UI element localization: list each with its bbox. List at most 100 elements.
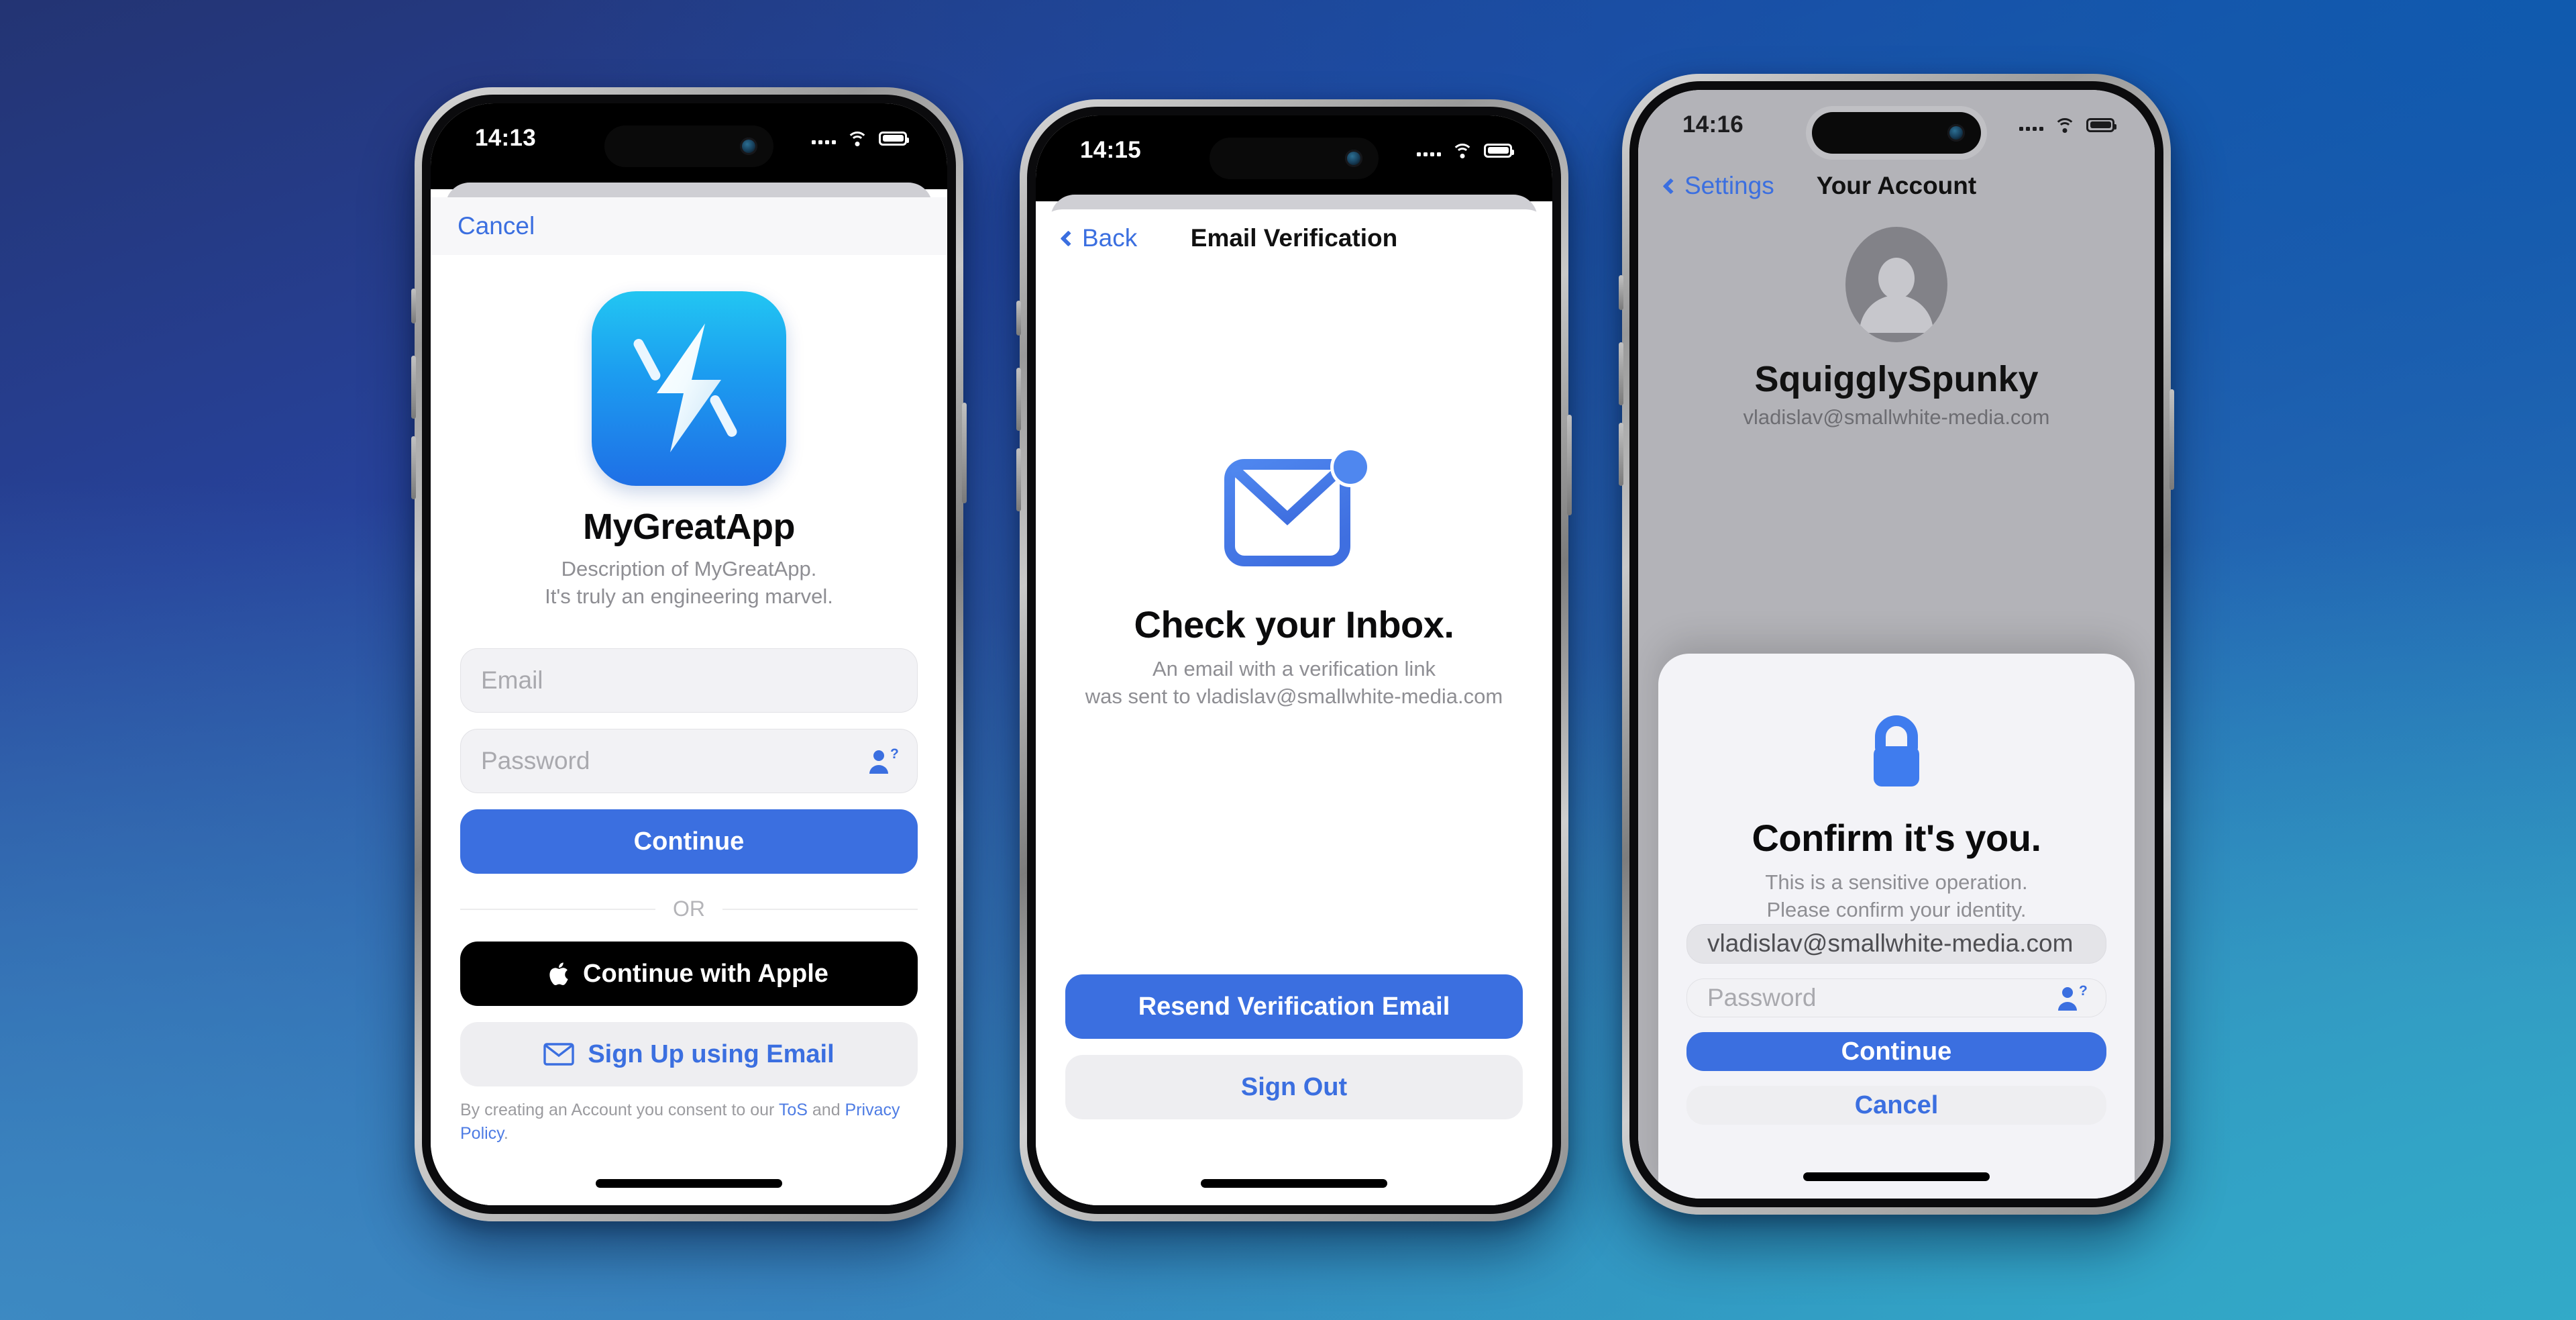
sheet-navbar: Back Email Verification	[1036, 209, 1552, 267]
account-page: Settings Your Account SquigglySpunky vla…	[1638, 160, 2155, 429]
sign-up-email-label: Sign Up using Email	[588, 1039, 835, 1068]
dynamic-island	[604, 125, 773, 167]
legal-middle: and	[807, 1101, 845, 1119]
divider-line-left	[460, 908, 655, 910]
avatar-shoulders	[1860, 295, 1933, 333]
verify-sheet: Back Email Verification Check your Inbox…	[1036, 209, 1552, 1205]
modal-cancel-label: Cancel	[1854, 1090, 1939, 1119]
username: SquigglySpunky	[1754, 359, 2039, 399]
dynamic-island	[1210, 138, 1379, 179]
settings-back-button[interactable]: Settings	[1662, 172, 1774, 200]
resend-label: Resend Verification Email	[1138, 992, 1450, 1021]
phone-bezel: 14:13 Cancel MyGreatApp Description of M…	[422, 95, 956, 1214]
back-label: Back	[1082, 224, 1138, 252]
settings-label: Settings	[1684, 172, 1774, 199]
app-icon	[592, 291, 786, 486]
modal-continue-button[interactable]: Continue	[1686, 1032, 2106, 1072]
app-name: MyGreatApp	[582, 507, 796, 547]
mute-switch[interactable]	[1619, 275, 1623, 310]
power-button[interactable]	[2169, 389, 2174, 490]
phone-verify: 14:15 Back Email Verification Check your…	[1016, 99, 1572, 1221]
power-button[interactable]	[962, 403, 967, 503]
modal-sub-line2: Please confirm your identity.	[1766, 897, 2027, 921]
home-indicator[interactable]	[1803, 1172, 1990, 1181]
front-camera-icon	[1947, 124, 1965, 142]
sign-out-button[interactable]: Sign Out	[1065, 1055, 1523, 1119]
account-navbar: Settings Your Account	[1638, 160, 2155, 212]
phone-bezel: 14:15 Back Email Verification Check your…	[1027, 107, 1561, 1214]
password-autofill-icon[interactable]: ?	[867, 746, 899, 775]
envelope-icon	[543, 1043, 575, 1066]
svg-text:?: ?	[2079, 984, 2087, 999]
cancel-label: Cancel	[458, 212, 535, 240]
resend-verification-email-button[interactable]: Resend Verification Email	[1065, 974, 1523, 1039]
volume-down-button[interactable]	[1016, 448, 1021, 511]
verify-sub-line1: An email with a verification link	[1152, 657, 1436, 681]
avatar-head	[1878, 258, 1915, 299]
home-indicator[interactable]	[1201, 1179, 1387, 1188]
dynamic-island	[1812, 112, 1981, 154]
apple-button-label: Continue with Apple	[583, 959, 828, 988]
email-placeholder: Email	[481, 666, 543, 694]
volume-up-button[interactable]	[1016, 368, 1021, 431]
modal-continue-label: Continue	[1841, 1037, 1952, 1066]
password-autofill-icon[interactable]: ?	[2056, 983, 2088, 1012]
continue-label: Continue	[633, 827, 745, 856]
volume-down-button[interactable]	[411, 436, 416, 499]
modal-password-field[interactable]: Password ?	[1686, 978, 2106, 1018]
screen-signin: 14:13 Cancel MyGreatApp Description of M…	[431, 103, 947, 1205]
app-description-line1: Description of MyGreatApp.	[561, 557, 817, 580]
mute-switch[interactable]	[1016, 301, 1021, 336]
front-camera-icon	[740, 138, 757, 155]
modal-password-placeholder: Password	[1707, 983, 1817, 1011]
or-divider: OR	[460, 897, 918, 921]
mute-switch[interactable]	[411, 289, 416, 323]
password-field[interactable]: Password ?	[460, 729, 918, 793]
divider-line-right	[722, 908, 918, 910]
cancel-button[interactable]: Cancel	[458, 212, 535, 240]
legal-suffix: .	[503, 1123, 508, 1143]
app-description-line2: It's truly an engineering marvel.	[545, 584, 833, 608]
continue-with-apple-button[interactable]: Continue with Apple	[460, 942, 918, 1006]
verify-title: Check your Inbox.	[1134, 603, 1454, 646]
divider-label: OR	[673, 897, 705, 921]
verify-sub-line2: was sent to vladislav@smallwhite-media.c…	[1085, 684, 1503, 709]
screen-account: 14:16 Settings Your Account SquigglySpun…	[1638, 90, 2155, 1199]
power-button[interactable]	[1567, 415, 1572, 515]
volume-up-button[interactable]	[411, 356, 416, 419]
signin-sheet: Cancel MyGreatApp Description of MyGreat…	[431, 197, 947, 1205]
sign-up-using-email-button[interactable]: Sign Up using Email	[460, 1022, 918, 1086]
svg-text:?: ?	[890, 747, 898, 762]
modal-email-field[interactable]: vladislav@smallwhite-media.com	[1686, 923, 2106, 964]
legal-prefix: By creating an Account you consent to ou…	[460, 1101, 779, 1119]
volume-down-button[interactable]	[1619, 423, 1623, 486]
legal-text: By creating an Account you consent to ou…	[460, 1099, 918, 1145]
front-camera-icon	[1345, 150, 1362, 167]
envelope-badge-icon	[1065, 446, 1523, 580]
confirm-identity-modal: Confirm it's you. This is a sensitive op…	[1658, 654, 2135, 1199]
tos-link[interactable]: ToS	[779, 1101, 808, 1119]
phone-bezel: 14:16 Settings Your Account SquigglySpun…	[1629, 81, 2163, 1207]
modal-title: Confirm it's you.	[1752, 817, 2041, 859]
volume-up-button[interactable]	[1619, 342, 1623, 405]
phone-account: 14:16 Settings Your Account SquigglySpun…	[1619, 74, 2174, 1215]
modal-cancel-button[interactable]: Cancel	[1686, 1086, 2106, 1125]
home-indicator[interactable]	[596, 1179, 782, 1188]
back-button[interactable]: Back	[1060, 224, 1138, 252]
lock-icon	[1859, 713, 1934, 793]
modal-email-value: vladislav@smallwhite-media.com	[1707, 929, 2074, 958]
sheet-navbar: Cancel	[431, 197, 947, 255]
lightning-bolt-icon	[592, 291, 786, 486]
screenshot-stage: 14:13 Cancel MyGreatApp Description of M…	[0, 0, 2576, 1320]
user-email: vladislav@smallwhite-media.com	[1743, 405, 2050, 429]
apple-logo-icon	[549, 961, 571, 986]
chevron-left-icon	[1662, 177, 1679, 195]
password-placeholder: Password	[481, 747, 590, 774]
continue-button[interactable]: Continue	[460, 809, 918, 874]
email-field[interactable]: Email	[460, 648, 918, 713]
chevron-left-icon	[1060, 230, 1077, 247]
screen-verify: 14:15 Back Email Verification Check your…	[1036, 115, 1552, 1205]
phone-signin: 14:13 Cancel MyGreatApp Description of M…	[411, 87, 967, 1221]
person-avatar-icon	[1845, 227, 1947, 342]
modal-sub-line1: This is a sensitive operation.	[1765, 870, 2028, 894]
